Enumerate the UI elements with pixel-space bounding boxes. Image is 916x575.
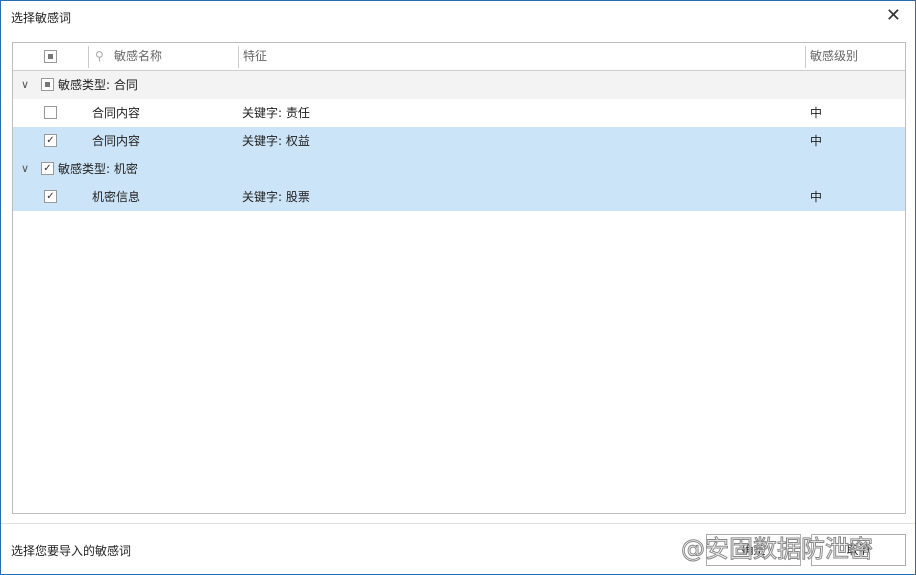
dialog-window: 选择敏感词 ✕ ⚲ 敏感名称 特征 敏感级别 ∨ 敏感类型: 合同 合同内容 关… (0, 0, 916, 575)
chevron-down-icon[interactable]: ∨ (21, 155, 29, 183)
ok-button[interactable]: 确定 (706, 534, 801, 566)
table-row[interactable]: ✓ 机密信息 关键字: 股票 中 (13, 183, 905, 211)
row-name: 机密信息 (92, 190, 141, 204)
dialog-title: 选择敏感词 (11, 11, 72, 25)
chevron-down-icon[interactable]: ∨ (21, 71, 29, 99)
group-label: 敏感类型: 机密 (58, 162, 138, 176)
row-checkbox[interactable]: ✓ (44, 190, 57, 203)
row-level: 中 (810, 134, 823, 148)
row-name: 合同内容 (92, 134, 141, 148)
row-level: 中 (810, 106, 823, 120)
sensitive-word-grid: ⚲ 敏感名称 特征 敏感级别 ∨ 敏感类型: 合同 合同内容 关键字: 责任 中… (12, 42, 906, 514)
row-level: 中 (810, 190, 823, 204)
row-feature: 关键字: 股票 (242, 190, 310, 204)
search-icon: ⚲ (95, 49, 104, 63)
row-checkbox[interactable]: ✓ (44, 134, 57, 147)
table-row[interactable]: 合同内容 关键字: 责任 中 (13, 99, 905, 127)
cancel-button[interactable]: 取消 (811, 534, 906, 566)
status-text: 选择您要导入的敏感词 (11, 544, 132, 558)
search-input[interactable]: 敏感名称 (114, 43, 162, 70)
divider (1, 523, 915, 524)
table-row[interactable]: ✓ 合同内容 关键字: 权益 中 (13, 127, 905, 155)
group-row[interactable]: ∨ ✓ 敏感类型: 机密 (13, 155, 905, 183)
row-checkbox[interactable] (44, 106, 57, 119)
group-checkbox[interactable] (41, 78, 54, 91)
row-name: 合同内容 (92, 106, 141, 120)
select-all-checkbox[interactable] (44, 50, 57, 63)
column-header-feature[interactable]: 特征 (243, 43, 267, 70)
group-label: 敏感类型: 合同 (58, 78, 138, 92)
row-feature: 关键字: 责任 (242, 106, 310, 120)
grid-header: ⚲ 敏感名称 特征 敏感级别 (13, 43, 905, 71)
group-checkbox[interactable]: ✓ (41, 162, 54, 175)
column-header-level[interactable]: 敏感级别 (810, 43, 858, 70)
group-row[interactable]: ∨ 敏感类型: 合同 (13, 71, 905, 99)
row-feature: 关键字: 权益 (242, 134, 310, 148)
close-icon[interactable]: ✕ (886, 5, 901, 26)
